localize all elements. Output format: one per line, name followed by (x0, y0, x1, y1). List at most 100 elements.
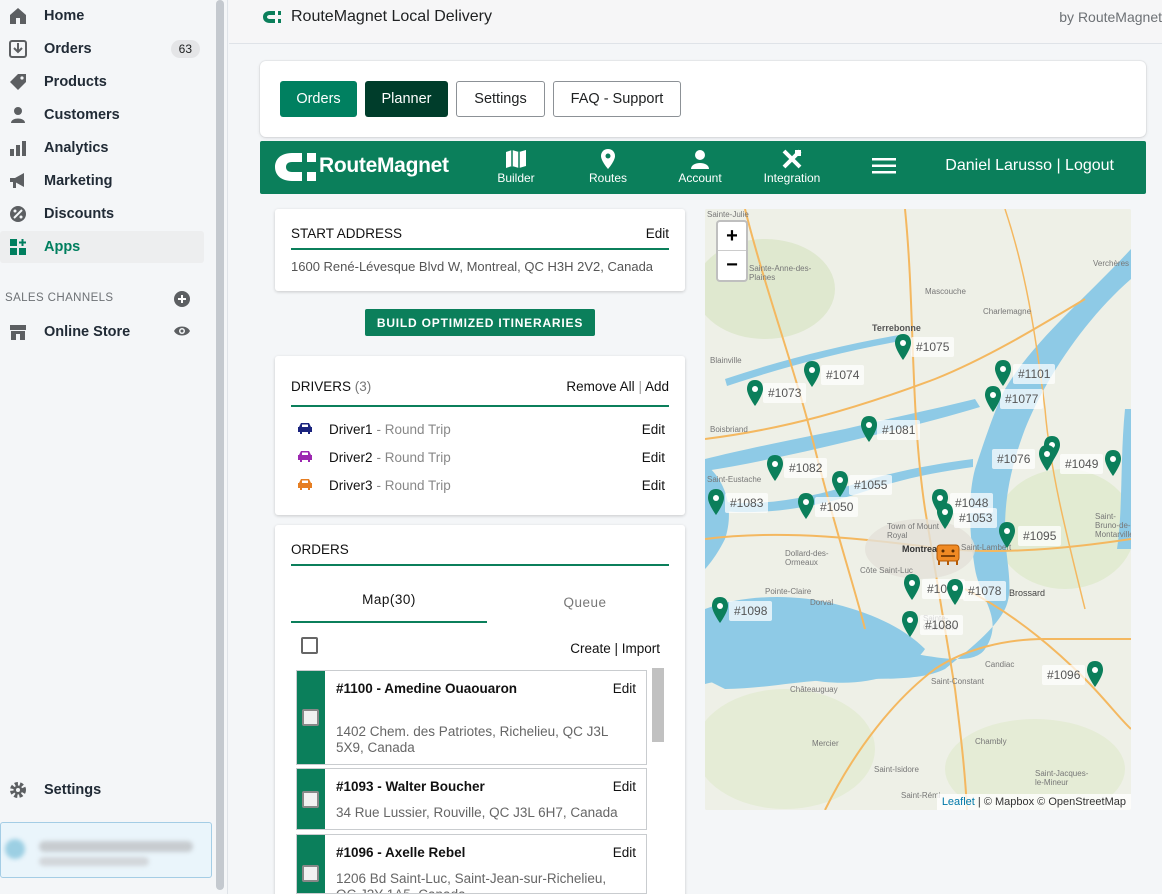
order-marker-label[interactable]: #1098 (729, 601, 773, 621)
driver-type: - Round Trip (376, 477, 451, 493)
build-itineraries-button[interactable]: BUILD OPTIMIZED ITINERARIES (365, 309, 595, 336)
sidebar-item-customers[interactable]: Customers (0, 99, 204, 131)
order-card[interactable]: #1096 - Axelle Rebel Edit 1206 Bd Saint-… (296, 834, 647, 894)
order-marker-label[interactable]: #1080 (920, 615, 964, 635)
sidebar-item-apps[interactable]: Apps (0, 231, 204, 263)
order-marker-label[interactable]: #1053 (954, 508, 998, 528)
routemagnet-logo[interactable] (272, 149, 320, 190)
driver-row[interactable]: Driver2 - Round Trip Edit (297, 447, 665, 467)
place-label: Saint-Constant (931, 677, 984, 686)
select-all-checkbox[interactable] (301, 637, 318, 654)
delivery-map[interactable]: Sainte-Julie Sainte-Anne-des-Plaines Ter… (705, 209, 1131, 810)
tab-orders[interactable]: Orders (280, 81, 357, 117)
place-label: Saint-Eustache (707, 475, 762, 484)
app-developer-link[interactable]: by RouteMagnet (1059, 9, 1162, 25)
edit-order-button[interactable]: Edit (613, 681, 636, 696)
edit-driver-button[interactable]: Edit (642, 422, 665, 437)
account-switcher[interactable] (0, 822, 212, 878)
edit-order-button[interactable]: Edit (613, 779, 636, 794)
start-location-icon[interactable] (935, 541, 961, 570)
tab-settings[interactable]: Settings (456, 81, 545, 117)
order-marker-label[interactable]: #1083 (725, 493, 769, 513)
order-marker-label[interactable]: #1073 (763, 383, 807, 403)
place-label: Verchères (1093, 259, 1130, 268)
create-import-links[interactable]: Create | Import (570, 641, 660, 656)
tab-planner[interactable]: Planner (365, 81, 448, 117)
order-marker-label[interactable]: #1078 (963, 581, 1007, 601)
order-marker-label[interactable]: #1055 (849, 475, 893, 495)
tab-faq-support[interactable]: FAQ - Support (553, 81, 681, 117)
zoom-in-button[interactable]: + (718, 222, 746, 251)
driver-row[interactable]: Driver1 - Round Trip Edit (297, 419, 665, 439)
tag-icon (8, 72, 28, 92)
order-marker-label[interactable]: #1050 (815, 497, 859, 517)
sidebar-item-analytics[interactable]: Analytics (0, 132, 204, 164)
place-label: Saint-Isidore (874, 765, 919, 774)
sidebar-item-label: Marketing (44, 173, 113, 189)
order-marker-label[interactable]: #1077 (1000, 389, 1044, 409)
order-checkbox[interactable] (302, 791, 319, 808)
order-marker-label[interactable]: #1075 (911, 337, 955, 357)
store-icon (8, 322, 28, 342)
order-marker-label[interactable]: #1096 (1042, 665, 1086, 685)
bar-chart-icon (8, 138, 28, 158)
order-marker-label[interactable]: #1081 (877, 420, 921, 440)
order-marker-label[interactable]: #1101 (1013, 364, 1056, 384)
order-checkbox[interactable] (302, 709, 319, 726)
start-address-card: START ADDRESS Edit 1600 René-Lévesque Bl… (275, 209, 685, 291)
orders-list-scrollbar[interactable] (652, 668, 664, 742)
zoom-out-button[interactable]: − (718, 251, 746, 280)
nav-routes[interactable]: Routes (568, 147, 648, 185)
drivers-count: (3) (354, 379, 372, 394)
apps-icon (8, 237, 28, 257)
edit-start-address-button[interactable]: Edit (646, 226, 669, 241)
nav-integration[interactable]: Integration (752, 147, 832, 185)
place-label: Town of Mount Royal (887, 522, 940, 540)
store-email-blurred (39, 857, 149, 866)
sidebar-scrollbar[interactable] (214, 0, 228, 894)
place-label: Châteauguay (790, 685, 838, 694)
leaflet-link[interactable]: Leaflet (942, 796, 975, 808)
sidebar-item-settings[interactable]: Settings (0, 774, 204, 806)
order-card[interactable]: #1100 - Amedine Ouaouaron Edit 1402 Chem… (296, 670, 647, 765)
remove-all-drivers-button[interactable]: Remove All (566, 379, 634, 394)
order-card[interactable]: #1093 - Walter Boucher Edit 34 Rue Lussi… (296, 768, 647, 830)
separator: | (638, 379, 642, 394)
sidebar-item-label: Customers (44, 107, 120, 123)
nav-builder[interactable]: Builder (476, 147, 556, 185)
driver-row[interactable]: Driver3 - Round Trip Edit (297, 475, 665, 495)
order-marker-label[interactable]: #1079 (922, 579, 966, 599)
map-icon (476, 147, 556, 171)
avatar (5, 839, 25, 859)
order-marker-label[interactable]: #1082 (784, 458, 828, 478)
place-label: Charlemagne (983, 307, 1032, 316)
orders-title: ORDERS (291, 542, 349, 557)
sidebar-item-discounts[interactable]: Discounts (0, 198, 204, 230)
edit-driver-button[interactable]: Edit (642, 450, 665, 465)
order-select-strip (297, 671, 325, 764)
driver-name: Driver3 (329, 477, 373, 493)
order-marker-label[interactable]: #1076 (992, 449, 1036, 469)
hamburger-menu-icon[interactable] (872, 157, 896, 180)
add-sales-channel-icon[interactable] (174, 291, 190, 312)
add-driver-button[interactable]: Add (645, 379, 669, 394)
order-checkbox[interactable] (302, 865, 319, 882)
place-label: Candiac (985, 660, 1015, 669)
nav-account[interactable]: Account (660, 147, 740, 185)
map-credits[interactable]: | © Mapbox © OpenStreetMap (978, 796, 1126, 808)
tab-map[interactable]: Map(30) (291, 589, 487, 623)
user-logout-link[interactable]: Daniel Larusso | Logout (945, 157, 1114, 175)
eye-icon[interactable] (173, 324, 191, 343)
edit-order-button[interactable]: Edit (613, 845, 636, 860)
place-label: Boisbriand (710, 425, 748, 434)
order-marker-label[interactable]: #1095 (1018, 526, 1062, 546)
sidebar-item-home[interactable]: Home (0, 0, 204, 32)
order-marker-label[interactable]: #1074 (821, 365, 865, 385)
order-marker-label[interactable]: #1049 (1060, 454, 1104, 474)
admin-sidebar: Home Orders 63 Products Customers Analyt… (0, 0, 214, 894)
edit-driver-button[interactable]: Edit (642, 478, 665, 493)
sidebar-item-products[interactable]: Products (0, 66, 204, 98)
tab-queue[interactable]: Queue (487, 589, 683, 623)
sidebar-item-orders[interactable]: Orders 63 (0, 33, 204, 65)
sidebar-item-marketing[interactable]: Marketing (0, 165, 204, 197)
